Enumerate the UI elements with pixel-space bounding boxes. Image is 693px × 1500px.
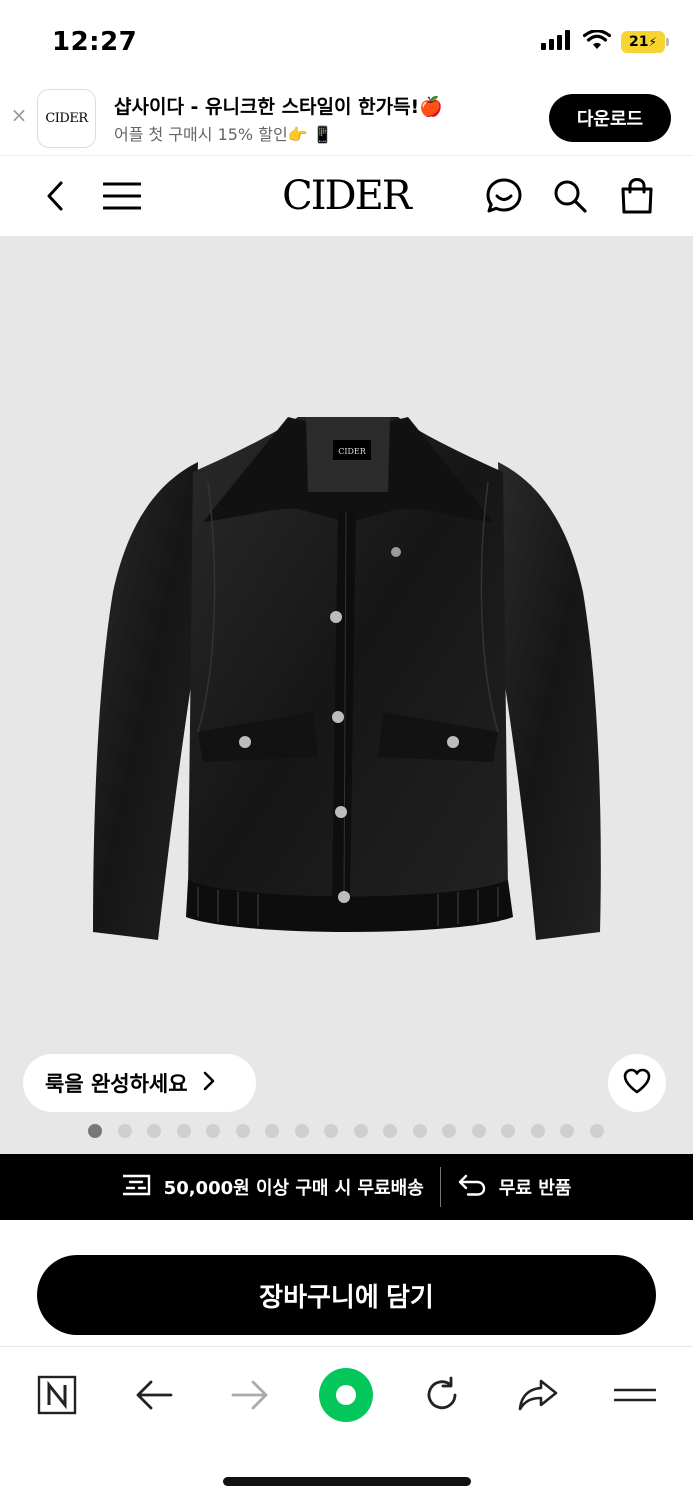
- carousel-dot[interactable]: [383, 1124, 397, 1138]
- return-arrow-icon: [457, 1173, 487, 1202]
- site-header: CIDER: [0, 156, 693, 236]
- banner-title: 샵사이다 - 유니크한 스타일이 한가득!🍎: [114, 96, 443, 118]
- battery-level: 21: [629, 34, 649, 50]
- carousel-dot[interactable]: [589, 1124, 604, 1138]
- product-image: CIDER: [93, 417, 601, 940]
- back-icon[interactable]: [35, 176, 75, 216]
- carousel-dot[interactable]: [176, 1124, 191, 1138]
- carousel-dot[interactable]: [265, 1124, 279, 1138]
- carousel-dot[interactable]: [117, 1124, 132, 1138]
- carousel-dot[interactable]: [471, 1124, 486, 1138]
- home-indicator: [223, 1477, 471, 1486]
- carousel-dots: [88, 1124, 604, 1138]
- banner-subtitle: 어플 첫 구매시 15% 할인👉 📱: [114, 125, 333, 144]
- carousel-dot[interactable]: [235, 1124, 250, 1138]
- naver-n-icon[interactable]: [29, 1367, 85, 1423]
- free-shipping-text: 50,000원 이상 구매 시 무료배송: [163, 1178, 424, 1199]
- download-button[interactable]: 다운로드: [549, 94, 671, 142]
- signal-icon: [541, 30, 573, 54]
- free-shipping-info: 50,000원 이상 구매 시 무료배송: [122, 1174, 424, 1201]
- status-bar: 12:27 21 ⚡: [0, 0, 693, 80]
- carousel-dot[interactable]: [501, 1124, 515, 1138]
- site-logo[interactable]: CIDER: [246, 170, 446, 222]
- carousel-dot[interactable]: [324, 1124, 338, 1138]
- status-time: 12:27: [52, 27, 138, 57]
- battery-charging-icon: 21 ⚡: [621, 31, 669, 53]
- delivery-truck-icon: [122, 1174, 152, 1201]
- carousel-dot[interactable]: [88, 1124, 102, 1138]
- shopping-bag-icon[interactable]: [617, 176, 657, 216]
- share-icon[interactable]: [510, 1367, 566, 1423]
- refresh-icon[interactable]: [414, 1367, 470, 1423]
- product-gallery[interactable]: CIDER 룩을 완성하세요: [0, 236, 693, 1154]
- browser-toolbar: [0, 1346, 693, 1500]
- app-logo: CIDER: [37, 89, 96, 148]
- status-icons: 21 ⚡: [541, 29, 669, 54]
- forward-arrow-icon[interactable]: [222, 1367, 278, 1423]
- carousel-dot[interactable]: [294, 1124, 309, 1138]
- chevron-right-icon: [202, 1070, 216, 1097]
- close-icon[interactable]: ×: [8, 104, 30, 126]
- free-return-info: 무료 반품: [457, 1173, 572, 1202]
- green-dot-icon[interactable]: [318, 1367, 374, 1423]
- menu-icon[interactable]: [607, 1367, 663, 1423]
- wifi-icon: [582, 29, 612, 54]
- carousel-dot[interactable]: [530, 1124, 545, 1138]
- carousel-dot[interactable]: [206, 1124, 220, 1138]
- complete-look-label: 룩을 완성하세요: [45, 1072, 188, 1096]
- carousel-dot[interactable]: [442, 1124, 456, 1138]
- carousel-dot[interactable]: [412, 1124, 427, 1138]
- back-arrow-icon[interactable]: [126, 1367, 182, 1423]
- search-icon[interactable]: [550, 176, 590, 216]
- chat-icon[interactable]: [484, 176, 524, 216]
- free-return-text: 무료 반품: [498, 1178, 572, 1199]
- heart-icon: [623, 1068, 651, 1098]
- promo-bar: 50,000원 이상 구매 시 무료배송 무료 반품: [0, 1154, 693, 1220]
- garment-label: CIDER: [338, 447, 367, 456]
- carousel-dot[interactable]: [353, 1124, 368, 1138]
- complete-look-button[interactable]: 룩을 완성하세요: [23, 1054, 256, 1112]
- carousel-dot[interactable]: [147, 1124, 161, 1138]
- promo-divider: [439, 1167, 441, 1207]
- add-to-cart-button[interactable]: 장바구니에 담기: [37, 1255, 656, 1335]
- carousel-dot[interactable]: [560, 1124, 574, 1138]
- app-download-banner: × CIDER 샵사이다 - 유니크한 스타일이 한가득!🍎 어플 첫 구매시 …: [0, 80, 693, 156]
- menu-icon[interactable]: [102, 176, 142, 216]
- wishlist-button[interactable]: [608, 1054, 666, 1112]
